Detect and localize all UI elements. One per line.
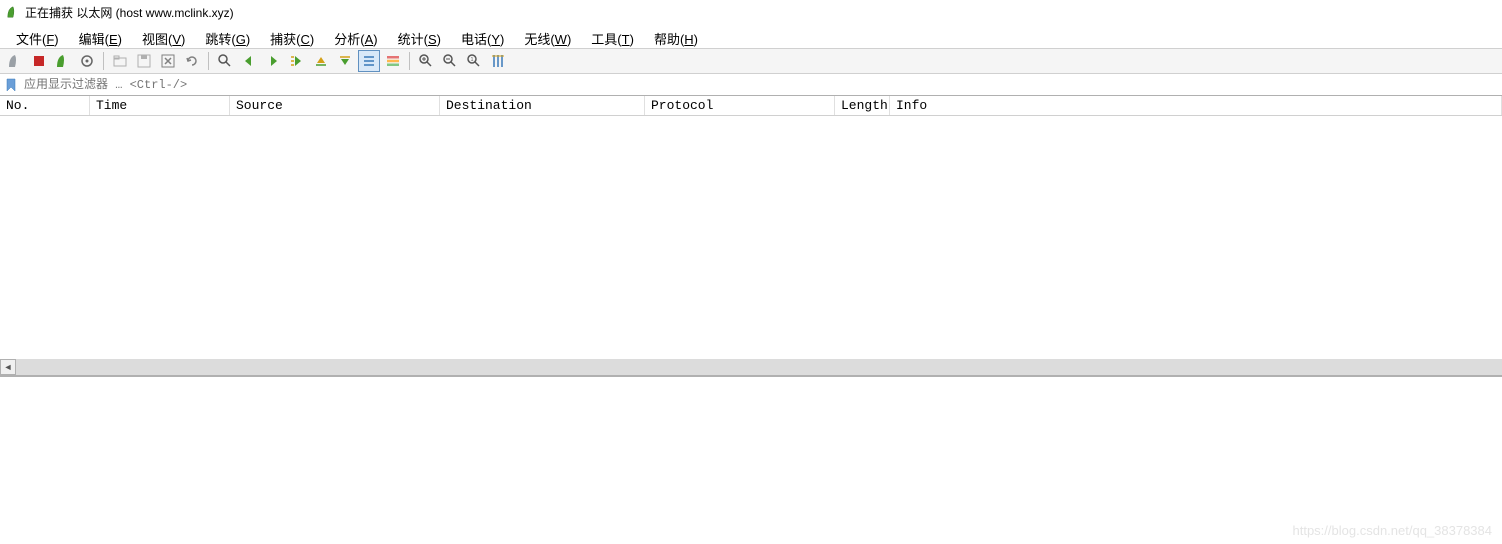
menu-wireless[interactable]: 无线(W) (514, 27, 581, 43)
start-capture-button[interactable] (4, 50, 26, 72)
horizontal-scrollbar[interactable]: ◄ (0, 359, 1502, 375)
reload-file-button[interactable] (181, 50, 203, 72)
column-destination[interactable]: Destination (440, 96, 645, 115)
menu-edit[interactable]: 编辑(E) (69, 27, 132, 43)
window-title: 正在捕获 以太网 (host www.mclink.xyz) (25, 4, 234, 21)
packet-list-area: ◄ (0, 116, 1502, 376)
column-info[interactable]: Info (890, 96, 1502, 115)
packet-table-header: No. Time Source Destination Protocol Len… (0, 96, 1502, 116)
capture-options-button[interactable] (76, 50, 98, 72)
zoom-in-button[interactable] (415, 50, 437, 72)
column-source[interactable]: Source (230, 96, 440, 115)
menu-file[interactable]: 文件(F) (6, 27, 69, 43)
packet-details-area (0, 376, 1502, 504)
scroll-left-arrow[interactable]: ◄ (0, 359, 16, 375)
svg-text:1: 1 (471, 57, 474, 63)
column-no[interactable]: No. (0, 96, 90, 115)
go-forward-button[interactable] (262, 50, 284, 72)
scroll-track[interactable] (16, 360, 1502, 374)
zoom-out-button[interactable] (439, 50, 461, 72)
menu-capture[interactable]: 捕获(C) (260, 27, 324, 43)
menu-help[interactable]: 帮助(H) (644, 27, 708, 43)
resize-columns-button[interactable] (487, 50, 509, 72)
bookmark-icon[interactable] (2, 76, 20, 94)
go-first-button[interactable] (310, 50, 332, 72)
go-back-button[interactable] (238, 50, 260, 72)
close-file-button[interactable] (157, 50, 179, 72)
menu-go[interactable]: 跳转(G) (195, 27, 260, 43)
go-to-packet-button[interactable] (286, 50, 308, 72)
column-time[interactable]: Time (90, 96, 230, 115)
menu-view[interactable]: 视图(V) (132, 27, 195, 43)
column-length[interactable]: Length (835, 96, 890, 115)
menu-telephony[interactable]: 电话(Y) (451, 27, 514, 43)
display-filter-bar (0, 74, 1502, 96)
colorize-button[interactable] (382, 50, 404, 72)
toolbar-separator (208, 52, 209, 70)
display-filter-input[interactable] (20, 76, 1502, 94)
toolbar-separator (103, 52, 104, 70)
zoom-reset-button[interactable]: 1 (463, 50, 485, 72)
toolbar: 1 (0, 48, 1502, 74)
find-packet-button[interactable] (214, 50, 236, 72)
go-last-button[interactable] (334, 50, 356, 72)
auto-scroll-button[interactable] (358, 50, 380, 72)
menu-tools[interactable]: 工具(T) (581, 27, 644, 43)
menu-analyze[interactable]: 分析(A) (324, 27, 387, 43)
stop-capture-button[interactable] (28, 50, 50, 72)
title-bar: 正在捕获 以太网 (host www.mclink.xyz) (0, 0, 1502, 24)
watermark-text: https://blog.csdn.net/qq_38378384 (1293, 523, 1493, 538)
save-file-button[interactable] (133, 50, 155, 72)
app-icon (6, 5, 20, 19)
menu-bar: 文件(F) 编辑(E) 视图(V) 跳转(G) 捕获(C) 分析(A) 统计(S… (0, 24, 1502, 48)
column-protocol[interactable]: Protocol (645, 96, 835, 115)
open-file-button[interactable] (109, 50, 131, 72)
toolbar-separator (409, 52, 410, 70)
menu-statistics[interactable]: 统计(S) (388, 27, 451, 43)
restart-capture-button[interactable] (52, 50, 74, 72)
